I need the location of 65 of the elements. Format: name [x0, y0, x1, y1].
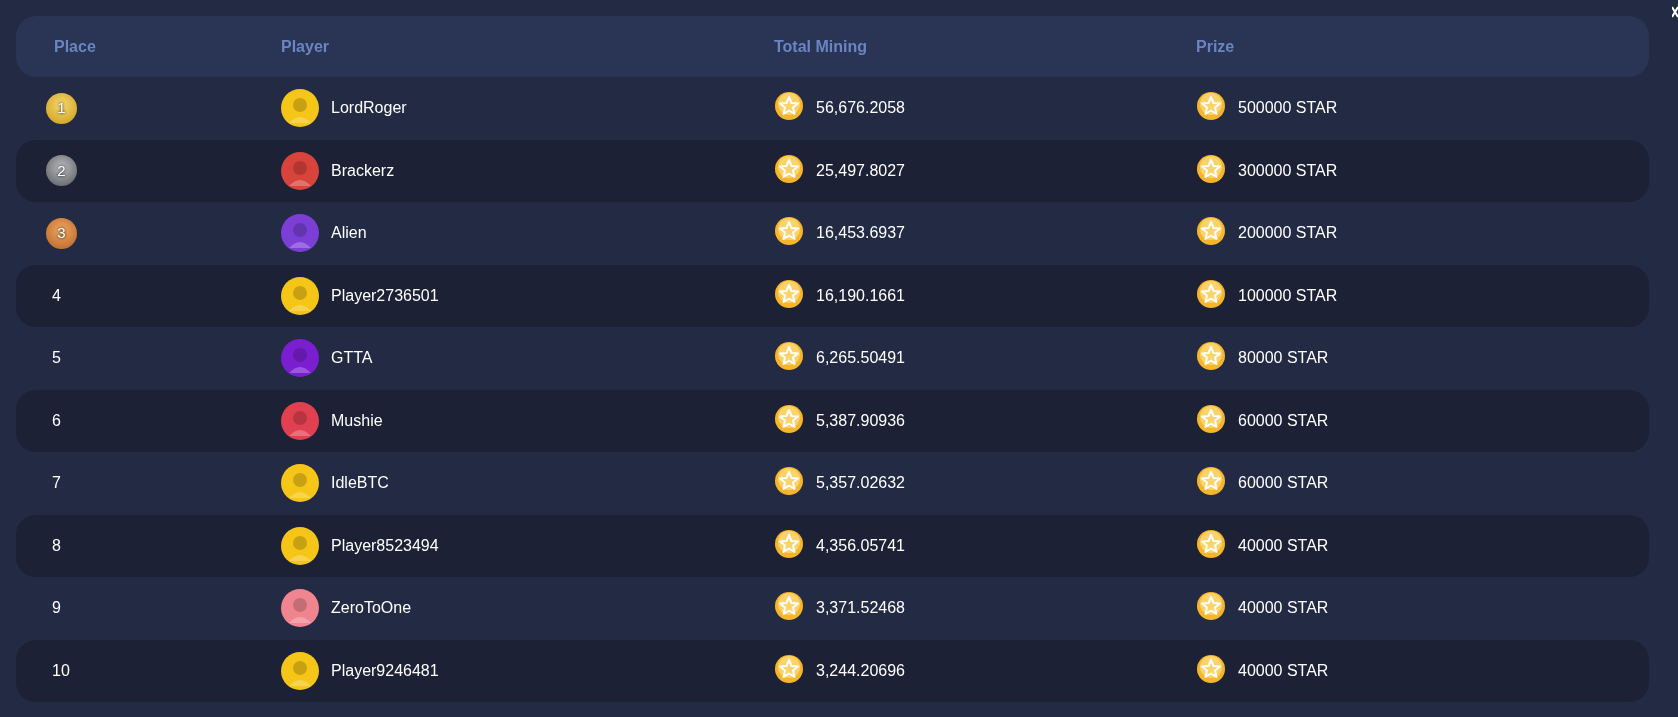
place-medal: 3	[46, 217, 77, 249]
prize-amount: 40000 STAR	[1238, 660, 1329, 681]
place-number: 7	[51, 473, 61, 494]
star-coin-icon	[1196, 153, 1226, 184]
prize-amount: 300000 STAR	[1238, 160, 1338, 181]
mining-amount: 4,356.05741	[816, 535, 905, 556]
mining-amount: 56,676.2058	[816, 98, 905, 119]
prize-amount: 40000 STAR	[1238, 535, 1329, 556]
player-name: IdleBTC	[331, 473, 389, 494]
star-coin-icon	[774, 528, 804, 559]
player-name: ZeroToOne	[331, 598, 412, 619]
place-number: 9	[51, 598, 61, 619]
player-name: Mushie	[331, 410, 383, 431]
place-number: 5	[51, 348, 61, 369]
mining-amount: 25,497.8027	[816, 160, 905, 181]
place-number: 8	[51, 535, 61, 556]
star-coin-icon	[774, 91, 804, 122]
mining-amount: 16,190.1661	[816, 285, 905, 306]
star-coin-icon	[1196, 341, 1226, 372]
prize-amount: 200000 STAR	[1238, 223, 1338, 244]
player-name: GTTA	[331, 348, 373, 369]
prize-amount: 80000 STAR	[1238, 348, 1329, 369]
prize-amount: 40000 STAR	[1238, 598, 1329, 619]
column-header: Total Mining	[774, 36, 868, 57]
place-medal: 2	[46, 155, 77, 187]
prize-amount: 100000 STAR	[1238, 285, 1338, 306]
player-name: Alien	[331, 223, 367, 244]
star-coin-icon	[1196, 466, 1226, 497]
close-icon[interactable]	[1672, 6, 1678, 18]
star-coin-icon	[774, 403, 804, 434]
star-coin-icon	[774, 653, 804, 684]
place-number: 6	[51, 410, 61, 431]
place-number: 10	[51, 660, 70, 681]
star-coin-icon	[774, 278, 804, 309]
star-coin-icon	[1196, 91, 1226, 122]
mining-amount: 5,387.90936	[816, 410, 905, 431]
star-coin-icon	[1196, 528, 1226, 559]
star-coin-icon	[1196, 403, 1226, 434]
prize-amount: 500000 STAR	[1238, 98, 1338, 119]
mining-amount: 5,357.02632	[816, 473, 905, 494]
star-coin-icon	[1196, 591, 1226, 622]
prize-amount: 60000 STAR	[1238, 473, 1329, 494]
star-coin-icon	[774, 466, 804, 497]
player-name: Player8523494	[331, 535, 439, 556]
star-coin-icon	[1196, 216, 1226, 247]
column-header: Prize	[1196, 36, 1236, 57]
player-name: Player9246481	[331, 660, 439, 681]
star-coin-icon	[774, 153, 804, 184]
star-coin-icon	[774, 341, 804, 372]
player-name: Player2736501	[331, 285, 439, 306]
mining-amount: 3,371.52468	[816, 598, 905, 619]
star-coin-icon	[1196, 278, 1226, 309]
place-number: 4	[51, 285, 61, 306]
star-coin-icon	[774, 591, 804, 622]
player-name: LordRoger	[331, 98, 407, 119]
player-name: Brackerz	[331, 160, 395, 181]
prize-amount: 60000 STAR	[1238, 410, 1329, 431]
star-coin-icon	[774, 216, 804, 247]
mining-amount: 16,453.6937	[816, 223, 905, 244]
column-header: Player	[281, 36, 331, 57]
mining-amount: 3,244.20696	[816, 660, 905, 681]
mining-amount: 6,265.50491	[816, 348, 905, 369]
star-coin-icon	[1196, 653, 1226, 684]
column-header: Place	[54, 36, 97, 57]
place-medal: 1	[46, 92, 77, 124]
